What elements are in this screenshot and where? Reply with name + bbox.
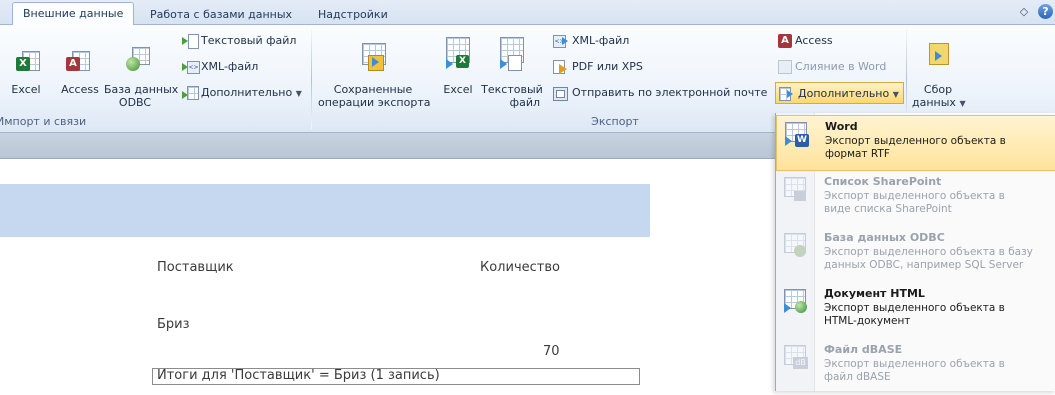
export-xml-file-label: XML-файл (572, 34, 630, 47)
group-summary-box: Итоги для 'Поставщик' = Бриз (1 запись) (152, 368, 640, 385)
tab-external-data[interactable]: Внешние данные (12, 2, 135, 25)
quantity-value: 70 (543, 344, 560, 359)
import-odbc-label-line2: ODBC (118, 96, 152, 109)
collect-data-icon (925, 43, 951, 69)
saved-exports-label-line1: Сохраненные (333, 83, 413, 96)
import-xml-file-button[interactable]: <> XML-файл (182, 57, 258, 77)
export-more-label: Дополнительно (798, 87, 890, 100)
menu-item-title: Документ HTML (824, 287, 925, 300)
export-text-file-button[interactable]: Текстовый файл (480, 27, 544, 113)
import-excel-label: Excel (11, 83, 41, 96)
import-more-button[interactable]: Дополнительно ▼ (182, 83, 302, 103)
import-excel-button[interactable]: X Excel (4, 27, 48, 99)
ribbon-tab-strip: Внешние данные Работа с базами данных На… (0, 0, 1055, 25)
export-access-label: Access (795, 34, 833, 47)
help-button[interactable]: ? (1038, 4, 1053, 19)
export-xml-file-button[interactable]: <> XML-файл (553, 31, 629, 51)
export-more-button[interactable]: Дополнительно ▼ (775, 82, 904, 104)
dbase-file-icon: dB (784, 345, 810, 371)
text-file-export-icon (498, 37, 526, 71)
group-summary-text: Итоги для 'Поставщик' = Бриз (1 запись) (157, 368, 440, 383)
import-more-label: Дополнительно (201, 86, 293, 99)
excel-import-icon: X (16, 51, 40, 75)
chevron-down-icon: ▼ (892, 90, 899, 99)
word-merge-button[interactable]: Слияние в Word (778, 57, 886, 77)
import-xml-file-label: XML-файл (201, 60, 259, 73)
send-email-label: Отправить по электронной почте (572, 86, 768, 99)
document-tab-strip (0, 133, 775, 159)
more-export-icon (779, 87, 795, 101)
collect-data-label-line1: Сбор (923, 83, 953, 96)
pdf-xps-icon (553, 60, 569, 74)
menu-item-description: Экспорт выделенного объекта в базу данны… (824, 246, 1033, 271)
access-export-icon: A (778, 34, 792, 48)
chevron-down-icon: ▼ (295, 89, 302, 98)
report-header-band (0, 184, 650, 237)
word-export-icon: W (785, 122, 811, 148)
menu-item-html-document[interactable]: Документ HTML Экспорт выделенного объект… (776, 283, 1055, 339)
email-attachment-icon (553, 86, 569, 101)
word-merge-icon (778, 60, 792, 74)
saved-exports-icon (358, 43, 388, 73)
import-odbc-label-line1: База данных (104, 83, 179, 96)
export-text-file-label-line2: файл (509, 96, 540, 109)
menu-item-title: Список SharePoint (824, 175, 942, 188)
export-access-button[interactable]: A Access (778, 31, 833, 51)
sharepoint-list-icon (784, 177, 810, 203)
export-excel-button[interactable]: X Excel (438, 27, 478, 99)
collect-data-button[interactable]: Сбор данных ▼ (912, 27, 966, 113)
text-file-icon (182, 34, 199, 49)
tab-database-tools[interactable]: Работа с базами данных (150, 6, 292, 24)
access-import-icon: A (66, 51, 90, 75)
menu-item-title: Файл dBASE (824, 343, 903, 356)
import-text-file-button[interactable]: Текстовый файл (182, 31, 296, 51)
supplier-column-header: Поставщик (157, 260, 234, 275)
import-group-label: Импорт и связи (0, 115, 87, 128)
collect-data-label-text: данных (912, 96, 956, 109)
collect-data-label-line2: данных ▼ (912, 96, 966, 110)
more-import-icon (182, 86, 199, 100)
import-access-button[interactable]: A Access (58, 27, 102, 99)
xml-file-icon: <> (182, 60, 200, 74)
menu-item-word[interactable]: W Word Экспорт выделенного объекта в фор… (776, 115, 1055, 171)
export-group-label: Экспорт (591, 115, 639, 128)
minimize-ribbon-button[interactable]: ◇ (1016, 4, 1032, 20)
export-pdf-xps-button[interactable]: PDF или XPS (553, 57, 643, 77)
import-odbc-button[interactable]: База данных ODBC (104, 27, 179, 113)
menu-item-title: Word (825, 120, 858, 133)
supplier-group-value: Бриз (157, 317, 190, 332)
menu-item-title: База данных ODBC (824, 231, 945, 244)
group-separator (311, 29, 312, 129)
html-document-icon (784, 289, 810, 315)
quantity-column-header: Количество (480, 260, 560, 275)
menu-item-description: Экспорт выделенного объекта в формат RTF (825, 135, 1006, 160)
menu-item-sharepoint-list[interactable]: Список SharePoint Экспорт выделенного об… (776, 171, 1055, 227)
saved-exports-label-line2: операции экспорта (318, 96, 431, 109)
xml-export-icon: <> (553, 34, 569, 48)
odbc-database-icon (784, 233, 810, 259)
excel-export-icon: X (444, 37, 472, 71)
odbc-import-icon (124, 47, 150, 73)
chevron-down-icon: ▼ (959, 99, 966, 108)
tab-add-ins[interactable]: Надстройки (318, 6, 388, 24)
word-merge-label: Слияние в Word (795, 60, 887, 73)
export-excel-label: Excel (443, 83, 473, 96)
import-text-file-label: Текстовый файл (201, 34, 297, 47)
import-access-label: Access (61, 83, 99, 96)
send-email-button[interactable]: Отправить по электронной почте (553, 83, 767, 103)
menu-item-dbase-file[interactable]: dB Файл dBASE Экспорт выделенного объект… (776, 339, 1055, 395)
menu-item-description: Экспорт выделенного объекта в HTML-докум… (824, 302, 1005, 327)
export-text-file-label-line1: Текстовый (481, 83, 543, 96)
export-pdf-xps-label: PDF или XPS (572, 60, 643, 73)
export-more-dropdown-menu: W Word Экспорт выделенного объекта в фор… (775, 113, 1055, 391)
menu-item-description: Экспорт выделенного объекта в виде списк… (824, 190, 1005, 215)
menu-item-odbc-database[interactable]: База данных ODBC Экспорт выделенного объ… (776, 227, 1055, 283)
saved-exports-button[interactable]: Сохраненные операции экспорта (318, 27, 431, 113)
menu-item-description: Экспорт выделенного объекта в файл dBASE (824, 358, 1005, 383)
